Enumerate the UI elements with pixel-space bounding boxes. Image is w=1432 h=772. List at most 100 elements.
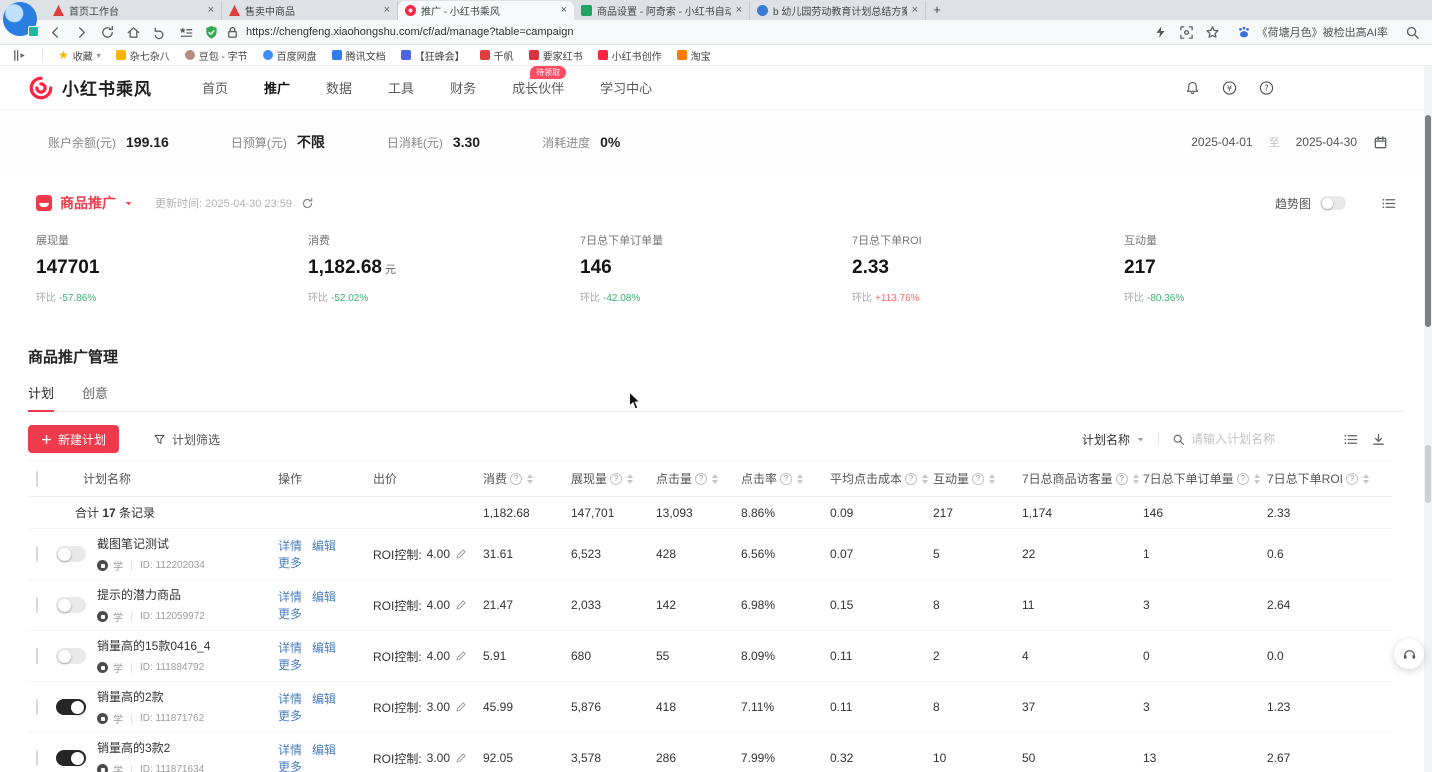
plan-toggle[interactable] <box>56 597 86 613</box>
history-icon[interactable] <box>152 25 167 40</box>
bookmark-item[interactable]: 豆包 - 字节 <box>185 48 248 63</box>
plan-search-input[interactable] <box>1191 432 1317 446</box>
bookmark-item[interactable]: 千帆 <box>480 48 514 63</box>
calendar-icon[interactable] <box>1373 135 1388 150</box>
plan-toggle[interactable] <box>56 750 86 766</box>
date-start[interactable]: 2025-04-01 <box>1191 135 1252 149</box>
bookmark-item[interactable]: 小红书创作 <box>598 48 662 63</box>
nav-item-数据[interactable]: 数据 <box>326 78 352 97</box>
plan-edit-link[interactable]: 编辑 <box>312 539 336 553</box>
bookmark-item[interactable]: 腾讯文档 <box>332 48 386 63</box>
plan-detail-link[interactable]: 详情 <box>278 743 302 757</box>
plan-toggle[interactable] <box>56 699 86 715</box>
tab-close-icon[interactable]: × <box>208 5 214 16</box>
new-tab-button[interactable]: + <box>926 1 948 20</box>
plan-detail-link[interactable]: 详情 <box>278 641 302 655</box>
plan-detail-link[interactable]: 详情 <box>278 590 302 604</box>
plan-more-link[interactable]: 更多 <box>278 658 302 672</box>
trend-toggle[interactable] <box>1320 196 1346 210</box>
column-header[interactable]: 互动量? <box>933 470 1014 487</box>
tab-close-icon[interactable]: × <box>384 5 390 16</box>
extension-bolt-icon[interactable] <box>1153 25 1168 40</box>
address-bar[interactable]: https://chengfeng.xiaohongshu.com/cf/ad/… <box>204 25 1142 40</box>
column-header[interactable]: 点击率? <box>741 470 822 487</box>
home-icon[interactable] <box>126 25 141 40</box>
help-icon[interactable]: ? <box>610 473 622 485</box>
refresh-icon[interactable] <box>300 196 315 211</box>
chevron-down-icon[interactable] <box>124 199 133 208</box>
page-scrollbar-thumb[interactable] <box>1425 115 1431 327</box>
column-header[interactable]: 展现量? <box>571 470 648 487</box>
row-checkbox[interactable] <box>36 699 38 715</box>
row-checkbox[interactable] <box>36 546 38 562</box>
reload-icon[interactable] <box>100 25 115 40</box>
tab-创意[interactable]: 创意 <box>82 383 108 411</box>
tab-close-icon[interactable]: × <box>912 5 918 16</box>
bookmark-item[interactable]: 百度网盘 <box>263 48 317 63</box>
sort-icon[interactable] <box>527 474 533 484</box>
edit-bid-icon[interactable] <box>455 650 467 662</box>
bookmark-item[interactable]: 淘宝 <box>677 48 711 63</box>
help-icon[interactable]: ? <box>510 473 522 485</box>
tab-close-icon[interactable]: × <box>561 5 567 16</box>
bookmarks-panel-icon[interactable] <box>12 48 27 63</box>
new-plan-button[interactable]: 新建计划 <box>28 425 119 453</box>
plan-edit-link[interactable]: 编辑 <box>312 641 336 655</box>
help-icon[interactable]: ? <box>1116 473 1128 485</box>
browser-tab[interactable]: b 幼儿园劳动教育计划总结方案…× <box>750 1 926 20</box>
help-icon[interactable]: ? <box>1237 473 1249 485</box>
plan-detail-link[interactable]: 详情 <box>278 692 302 706</box>
nav-item-成长伙伴[interactable]: 成长伙伴待领取 <box>512 78 564 97</box>
plan-more-link[interactable]: 更多 <box>278 709 302 723</box>
nav-item-财务[interactable]: 财务 <box>450 78 476 97</box>
column-settings-icon[interactable] <box>1381 196 1396 211</box>
plan-search-box[interactable] <box>1172 432 1330 446</box>
browser-tab[interactable]: 首页工作台× <box>46 1 222 20</box>
plan-edit-link[interactable]: 编辑 <box>312 743 336 757</box>
column-header[interactable]: 平均点击成本? <box>830 470 925 487</box>
help-icon[interactable]: ? <box>695 473 707 485</box>
sort-icon[interactable] <box>1133 474 1139 484</box>
bookmark-item[interactable]: 【狂蜂会】 <box>401 48 465 63</box>
bookmark-star-icon[interactable] <box>1205 25 1220 40</box>
browser-tab[interactable]: 推广 - 小红书乘风× <box>398 1 574 20</box>
sort-icon[interactable] <box>797 474 803 484</box>
table-scrollbar-thumb[interactable] <box>1425 445 1431 503</box>
tab-计划[interactable]: 计划 <box>28 383 54 411</box>
column-header[interactable]: 7日总商品访客量? <box>1022 470 1135 487</box>
back-icon[interactable] <box>48 25 63 40</box>
app-logo[interactable]: 小红书乘风 <box>28 75 152 101</box>
plan-toggle[interactable] <box>56 546 86 562</box>
url-text[interactable]: https://chengfeng.xiaohongshu.com/cf/ad/… <box>246 26 573 38</box>
nav-item-学习中心[interactable]: 学习中心 <box>600 78 652 97</box>
row-checkbox[interactable] <box>36 750 38 766</box>
column-header[interactable]: 消费? <box>483 470 563 487</box>
bookmark-item[interactable]: ★收藏▾ <box>58 48 101 63</box>
page-scrollbar[interactable] <box>1424 66 1432 772</box>
browser-tab[interactable]: 售卖中商品× <box>222 1 398 20</box>
search-type-dropdown[interactable]: 计划名称 <box>1082 431 1145 448</box>
browser-logo-icon[interactable] <box>3 2 37 36</box>
edit-bid-icon[interactable] <box>455 548 467 560</box>
toolbar-search-icon[interactable] <box>1405 25 1420 40</box>
sort-icon[interactable] <box>989 474 995 484</box>
help-icon[interactable]: ? <box>780 473 792 485</box>
nav-item-推广[interactable]: 推广 <box>264 78 290 97</box>
column-header[interactable]: 7日总下单订单量? <box>1143 470 1259 487</box>
nav-item-工具[interactable]: 工具 <box>388 78 414 97</box>
date-range-picker[interactable]: 2025-04-01 至 2025-04-30 <box>1191 134 1388 150</box>
plan-more-link[interactable]: 更多 <box>278 760 302 772</box>
plan-more-link[interactable]: 更多 <box>278 556 302 570</box>
bookmark-item[interactable]: 杂七杂八 <box>116 48 170 63</box>
sort-icon[interactable] <box>627 474 633 484</box>
row-checkbox[interactable] <box>36 597 38 613</box>
promo-section-title[interactable]: 商品推广 <box>60 193 116 213</box>
plan-more-link[interactable]: 更多 <box>278 607 302 621</box>
help-icon[interactable]: ? <box>972 473 984 485</box>
screenshot-icon[interactable] <box>1179 25 1194 40</box>
sort-icon[interactable] <box>712 474 718 484</box>
select-all-checkbox[interactable] <box>36 471 38 487</box>
favorites-icon[interactable] <box>178 25 193 40</box>
row-checkbox[interactable] <box>36 648 38 664</box>
edit-bid-icon[interactable] <box>455 752 467 764</box>
